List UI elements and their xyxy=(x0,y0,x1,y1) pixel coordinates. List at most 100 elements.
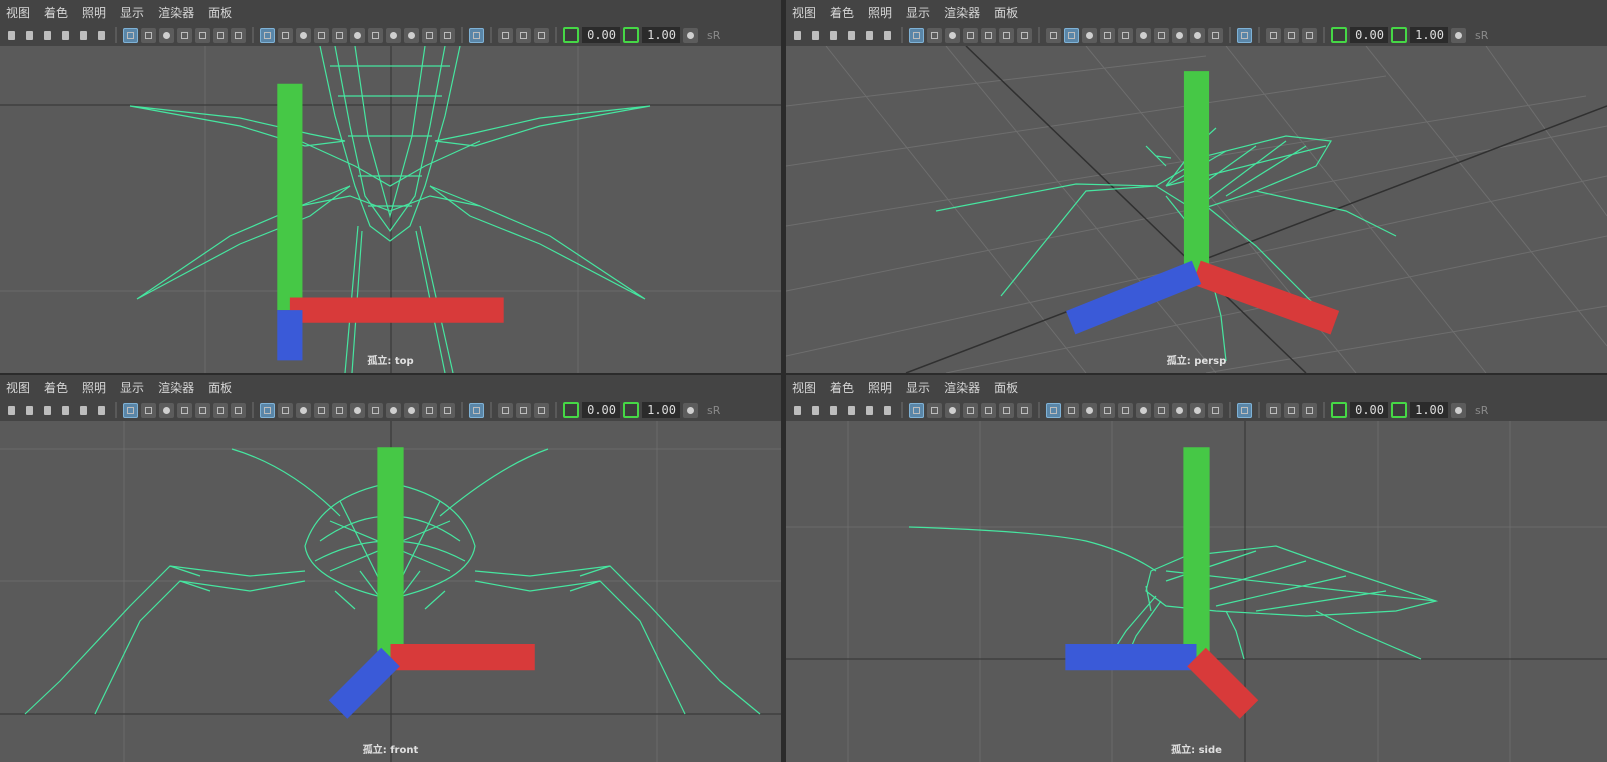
shadows-icon[interactable] xyxy=(368,27,383,43)
grid-icon[interactable] xyxy=(909,27,924,43)
pane-front[interactable]: 视图 着色 照明 显示 渲染器 面板 0.00 1.00 sR 孤立: fron… xyxy=(0,375,781,762)
isolate-select-icon[interactable] xyxy=(469,402,484,418)
resolution-gate-icon[interactable] xyxy=(945,402,960,418)
color-management-icon[interactable] xyxy=(1451,402,1466,418)
exposure-field[interactable]: 0.00 xyxy=(582,27,620,43)
field-chart-icon[interactable] xyxy=(981,402,996,418)
gamma-field[interactable]: 1.00 xyxy=(642,402,680,418)
menu-view[interactable]: 视图 xyxy=(6,379,30,396)
menu-panels[interactable]: 面板 xyxy=(208,379,232,396)
default-material-icon[interactable] xyxy=(296,27,311,43)
menu-renderer[interactable]: 渲染器 xyxy=(944,4,980,21)
gamma-field[interactable]: 1.00 xyxy=(1410,402,1448,418)
anti-aliasing-icon[interactable] xyxy=(1208,402,1223,418)
color-management-icon[interactable] xyxy=(683,402,698,418)
smooth-shade-icon[interactable] xyxy=(278,27,293,43)
gamma-icon[interactable] xyxy=(623,27,639,43)
smooth-shade-icon[interactable] xyxy=(1064,27,1079,43)
camera-icon[interactable] xyxy=(4,28,19,43)
viewport-canvas[interactable]: 孤立: side xyxy=(786,421,1607,762)
wireframe-on-shaded-icon[interactable] xyxy=(1100,402,1115,418)
exposure-icon[interactable] xyxy=(1331,402,1347,418)
menu-view[interactable]: 视图 xyxy=(6,4,30,21)
motion-blur-icon[interactable] xyxy=(1190,402,1205,418)
wireframe-on-shaded-icon[interactable] xyxy=(314,27,329,43)
camera-icon[interactable] xyxy=(790,403,805,418)
wireframe-icon[interactable] xyxy=(260,402,275,418)
film-gate-icon[interactable] xyxy=(141,27,156,43)
film-gate-icon[interactable] xyxy=(141,402,156,418)
isolate-select-icon[interactable] xyxy=(469,27,484,43)
xray-active-icon[interactable] xyxy=(1284,27,1299,43)
shadows-icon[interactable] xyxy=(1154,402,1169,418)
safe-title-icon[interactable] xyxy=(231,27,246,43)
camera-attrs-icon[interactable] xyxy=(22,28,37,43)
wireframe-on-shaded-icon[interactable] xyxy=(1100,27,1115,43)
field-chart-icon[interactable] xyxy=(981,27,996,43)
colorspace-label[interactable]: sR xyxy=(707,29,720,42)
xray-joints-icon[interactable] xyxy=(534,402,549,418)
menu-lighting[interactable]: 照明 xyxy=(868,379,892,396)
wireframe-icon[interactable] xyxy=(260,27,275,43)
pane-side[interactable]: 视图 着色 照明 显示 渲染器 面板 0.00 1.00 sR 孤立: side xyxy=(786,375,1607,762)
xray-active-icon[interactable] xyxy=(516,402,531,418)
isolate-select-icon[interactable] xyxy=(1237,27,1252,43)
colorspace-label[interactable]: sR xyxy=(1475,404,1488,417)
depth-of-field-icon[interactable] xyxy=(440,402,455,418)
screen-space-ao-icon[interactable] xyxy=(1172,402,1187,418)
xray-icon[interactable] xyxy=(1266,27,1281,43)
anti-aliasing-icon[interactable] xyxy=(422,27,437,43)
menu-shading[interactable]: 着色 xyxy=(830,379,854,396)
motion-blur-icon[interactable] xyxy=(1190,27,1205,43)
screen-space-ao-icon[interactable] xyxy=(386,402,401,418)
safe-title-icon[interactable] xyxy=(1017,27,1032,43)
viewport-canvas[interactable]: 孤立: top xyxy=(0,46,781,373)
menu-panels[interactable]: 面板 xyxy=(994,4,1018,21)
gate-mask-icon[interactable] xyxy=(177,27,192,43)
field-chart-icon[interactable] xyxy=(195,402,210,418)
shadows-icon[interactable] xyxy=(1154,27,1169,43)
exposure-icon[interactable] xyxy=(563,27,579,43)
menu-shading[interactable]: 着色 xyxy=(44,4,68,21)
motion-blur-icon[interactable] xyxy=(404,402,419,418)
safe-action-icon[interactable] xyxy=(999,27,1014,43)
menu-panels[interactable]: 面板 xyxy=(994,379,1018,396)
image-plane-icon[interactable] xyxy=(58,403,73,418)
resolution-gate-icon[interactable] xyxy=(159,402,174,418)
resolution-gate-icon[interactable] xyxy=(945,27,960,43)
smooth-shade-icon[interactable] xyxy=(278,402,293,418)
exposure-icon[interactable] xyxy=(1331,27,1347,43)
exposure-field[interactable]: 0.00 xyxy=(1350,402,1388,418)
camera-attrs-icon[interactable] xyxy=(22,403,37,418)
gamma-field[interactable]: 1.00 xyxy=(1410,27,1448,43)
grease-pencil-icon[interactable] xyxy=(94,403,109,418)
default-material-icon[interactable] xyxy=(296,402,311,418)
color-management-icon[interactable] xyxy=(1451,27,1466,43)
safe-action-icon[interactable] xyxy=(213,27,228,43)
image-plane-icon[interactable] xyxy=(844,28,859,43)
menu-show[interactable]: 显示 xyxy=(120,4,144,21)
2d-pan-zoom-icon[interactable] xyxy=(76,403,91,418)
gate-mask-icon[interactable] xyxy=(963,27,978,43)
wireframe-icon[interactable] xyxy=(1046,402,1061,418)
camera-attrs-icon[interactable] xyxy=(808,28,823,43)
viewport-canvas[interactable]: 孤立: persp xyxy=(786,46,1607,373)
menu-view[interactable]: 视图 xyxy=(792,379,816,396)
bookmark-icon[interactable] xyxy=(826,403,841,418)
xray-icon[interactable] xyxy=(1266,402,1281,418)
grease-pencil-icon[interactable] xyxy=(880,28,895,43)
safe-action-icon[interactable] xyxy=(213,402,228,418)
camera-icon[interactable] xyxy=(4,403,19,418)
screen-space-ao-icon[interactable] xyxy=(1172,27,1187,43)
menu-show[interactable]: 显示 xyxy=(906,379,930,396)
viewport-canvas[interactable]: 孤立: front xyxy=(0,421,781,762)
anti-aliasing-icon[interactable] xyxy=(422,402,437,418)
textured-icon[interactable] xyxy=(332,402,347,418)
bookmark-icon[interactable] xyxy=(40,28,55,43)
grid-icon[interactable] xyxy=(909,402,924,418)
grease-pencil-icon[interactable] xyxy=(880,403,895,418)
menu-lighting[interactable]: 照明 xyxy=(868,4,892,21)
2d-pan-zoom-icon[interactable] xyxy=(862,28,877,43)
use-lights-icon[interactable] xyxy=(1136,27,1151,43)
gamma-icon[interactable] xyxy=(623,402,639,418)
